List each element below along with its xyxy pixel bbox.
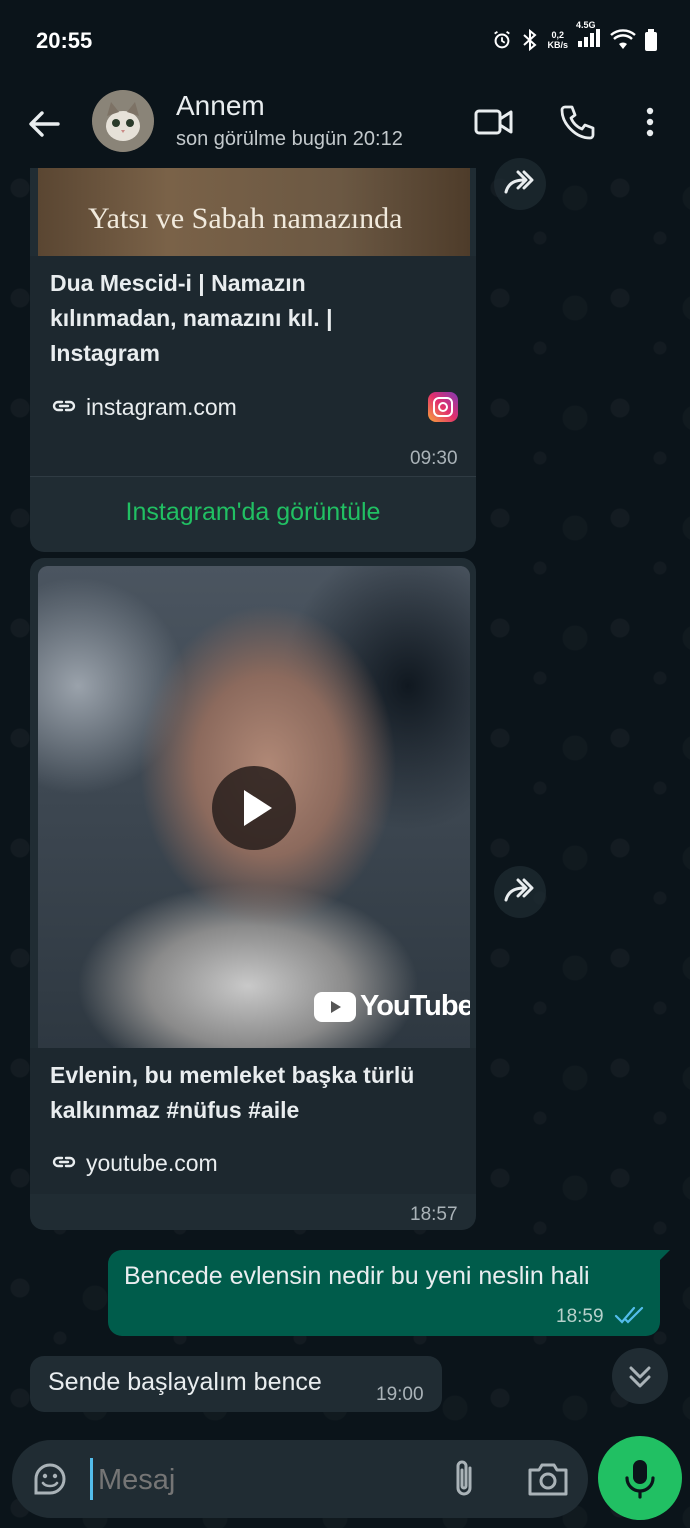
bluetooth-icon [523,28,538,51]
wifi-icon [610,28,636,49]
forward-icon [504,878,534,902]
chat-header: Annem son görülme bugün 20:12 [0,84,690,168]
message-time: 19:00 [376,1384,424,1405]
battery-icon [645,28,657,51]
text-cursor [90,1458,93,1500]
double-chevron-down-icon [629,1366,651,1388]
play-icon [244,790,272,826]
youtube-link-card[interactable]: Evlenin, bu memleket başka türlü kalkınm… [30,1048,476,1194]
forward-button[interactable] [494,158,546,210]
back-arrow-icon[interactable] [24,104,64,144]
link-domain: youtube.com [86,1150,218,1176]
microphone-icon [625,1460,655,1499]
youtube-brand-label: YouTube [360,990,470,1022]
play-button[interactable] [212,766,296,850]
message-time: 09:30 [410,448,458,469]
incoming-message[interactable]: Sende başlayalım bence 19:00 [30,1356,442,1412]
preview-image-caption: Yatsı ve Sabah namazında [88,202,403,235]
attach-icon[interactable] [444,1458,484,1500]
alarm-icon [494,30,511,48]
instagram-preview-image[interactable]: Yatsı ve Sabah namazında [38,168,470,256]
message-text: Sende başlayalım bence [48,1368,322,1396]
network-speed: 0,2 KB/s [547,29,568,50]
status-icons: 0,2 KB/s 4.5G [491,20,658,53]
last-seen-status[interactable]: son görülme bugün 20:12 [176,128,403,151]
link-domain: instagram.com [86,394,237,420]
forward-icon [504,170,534,194]
instagram-logo-icon [428,392,458,422]
link-icon [52,400,76,412]
divider [30,476,476,477]
contact-name[interactable]: Annem [176,90,265,122]
message-time: 18:59 [556,1306,604,1327]
youtube-link-message[interactable]: YouTube Evlenin, bu memleket başka türlü… [30,558,476,1230]
link-title: Dua Mescid-i | Namazın kılınmadan, namaz… [50,270,333,366]
status-time: 20:55 [36,28,93,53]
youtube-video-thumbnail[interactable]: YouTube [38,566,470,1048]
avatar[interactable] [92,90,154,152]
more-options-icon[interactable] [628,100,672,144]
bubble-tail [656,1250,670,1264]
camera-icon[interactable] [526,1460,570,1498]
instagram-link-message[interactable]: Yatsı ve Sabah namazında Dua Mescid-i | … [30,168,476,552]
network-type: 4.5G [576,20,596,30]
link-title: Evlenin, bu memleket başka türlü kalkınm… [50,1062,415,1123]
youtube-brand: YouTube [314,990,470,1023]
youtube-logo-icon [314,991,356,1022]
message-time: 18:57 [410,1204,458,1225]
forward-button[interactable] [494,866,546,918]
instagram-link-card[interactable]: Dua Mescid-i | Namazın kılınmadan, namaz… [30,256,476,476]
view-on-instagram-button[interactable]: Instagram'da görüntüle [30,498,476,527]
status-bar: 20:55 0,2 KB/s 4.5G [0,0,690,84]
message-text: Bencede evlensin nedir bu yeni neslin ha… [124,1262,590,1290]
video-call-icon[interactable] [472,100,516,144]
read-receipt-icon [614,1306,644,1324]
signal-indicator: 4.5G [576,20,602,53]
phone-call-icon[interactable] [556,100,600,144]
message-composer [12,1440,588,1518]
cat-photo [92,90,154,152]
sticker-icon[interactable] [30,1459,70,1499]
outgoing-message[interactable]: Bencede evlensin nedir bu yeni neslin ha… [108,1250,660,1336]
link-icon [52,1156,76,1168]
message-input[interactable] [96,1456,420,1504]
voice-record-button[interactable] [598,1436,682,1520]
scroll-to-bottom-button[interactable] [612,1348,668,1404]
